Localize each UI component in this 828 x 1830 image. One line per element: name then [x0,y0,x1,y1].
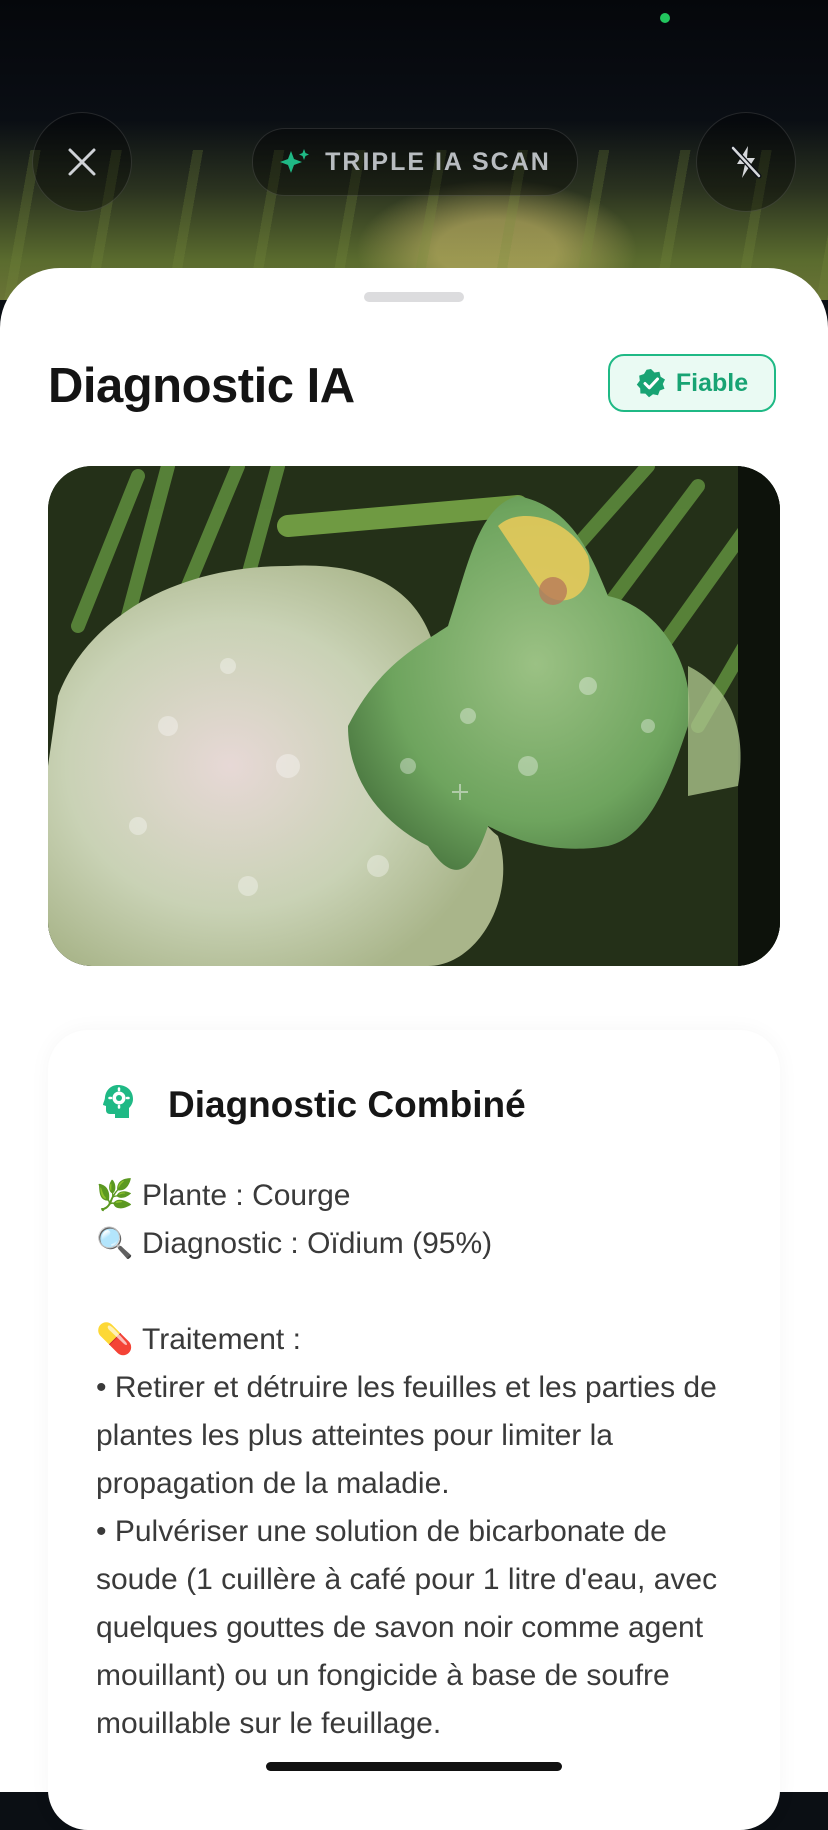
triple-ia-scan-button[interactable]: TRIPLE IA SCAN [252,128,578,196]
leaf-photo-illustration [48,466,780,966]
close-button[interactable] [32,112,132,212]
diagnosis-text: Diagnostic : Oïdium (95%) [142,1227,493,1260]
diagnostic-card: Diagnostic Combiné 🌿 Plante : Courge 🔍 D… [48,1030,780,1830]
flash-toggle-button[interactable] [696,112,796,212]
diagnosis-line: 🔍 Diagnostic : Oïdium (95%) [96,1220,746,1268]
brain-head-icon [103,1085,133,1118]
badge-label: Fiable [675,368,749,397]
treatment-step-1: • Retirer et détruire les feuilles et le… [96,1371,717,1500]
pill-icon: 💊 [96,1323,134,1356]
home-indicator[interactable] [266,1762,562,1771]
verified-check-icon [636,369,665,398]
plant-text: Plante : Courge [142,1179,351,1212]
close-icon [68,148,96,176]
flash-off-icon [730,145,762,179]
diagnostic-sheet: Diagnostic IA Fiable Diagnostic Combiné … [0,268,828,1830]
magnifier-icon: 🔍 [96,1227,134,1260]
treatment-heading-text: Traitement : [142,1323,301,1356]
plant-line: 🌿 Plante : Courge [96,1172,746,1220]
page-title: Diagnostic IA [48,359,355,413]
treatment-step-2: • Pulvériser une solution de bicarbonate… [96,1515,718,1740]
sparkle-icon [280,149,310,173]
leaf-photo[interactable] [48,466,780,966]
herb-icon: 🌿 [96,1179,134,1212]
diagnostic-text: 🌿 Plante : Courge 🔍 Diagnostic : Oïdium … [96,1172,746,1748]
reliability-badge: Fiable [608,354,776,412]
camera-indicator-dot [660,13,670,23]
scan-label: TRIPLE IA SCAN [325,147,551,176]
card-title: Diagnostic Combiné [168,1084,526,1125]
treatment-heading: 💊 Traitement : [96,1316,746,1364]
sheet-drag-handle[interactable] [364,292,464,302]
